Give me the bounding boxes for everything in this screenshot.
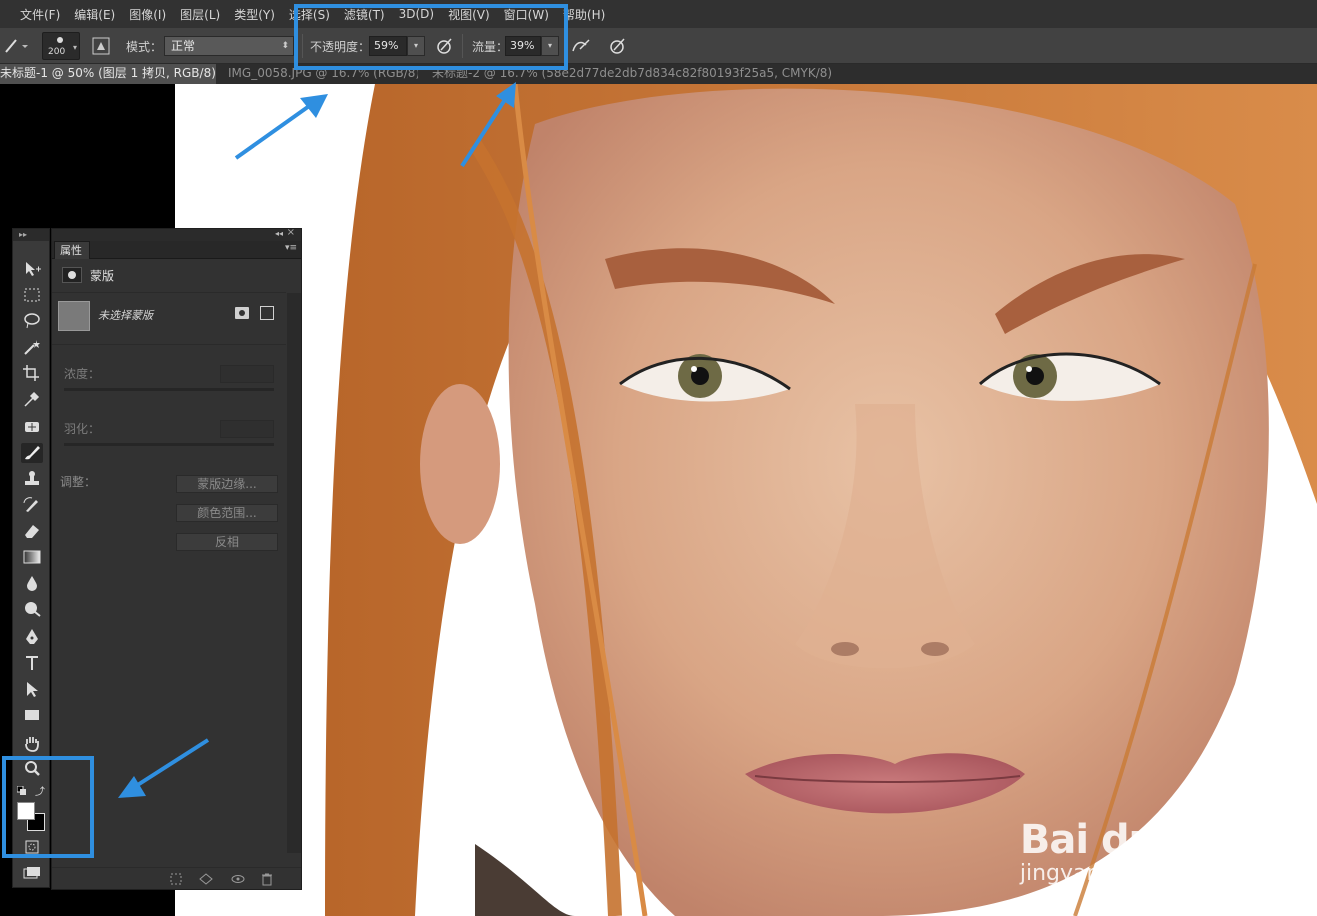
panel-tabs: 属性 ▾≡	[52, 241, 301, 259]
document-tabs: 未标题-1 @ 50% (图层 1 拷贝, RGB/8) *× IMG_0058…	[0, 64, 1317, 84]
blend-mode-value: 正常	[171, 39, 196, 53]
annotation-box-color-swatches	[2, 756, 94, 858]
panel-menu-icon[interactable]: ▾≡	[285, 243, 297, 253]
mask-status-label: 未选择蒙版	[98, 309, 153, 322]
select-arrows-icon: ⬍	[281, 41, 289, 51]
document-canvas[interactable]: Bai du 经验 jingyan.baidu.com	[175, 84, 1317, 916]
type-tool-icon[interactable]	[21, 653, 43, 673]
chevron-down-icon: ▾	[72, 43, 77, 52]
mask-icon	[62, 267, 82, 283]
move-tool-icon[interactable]	[21, 259, 43, 279]
density-input[interactable]	[220, 365, 274, 383]
watermark: Bai du 经验 jingyan.baidu.com	[1019, 807, 1248, 886]
menu-image[interactable]: 图像(I)	[129, 6, 166, 23]
airbrush-icon[interactable]	[570, 35, 592, 57]
menu-file[interactable]: 文件(F)	[20, 6, 60, 23]
brush-dot-icon	[57, 37, 63, 43]
panel-collapse-icon[interactable]: ▸▸	[13, 229, 49, 241]
tab-label: 未标题-1 @ 50% (图层 1 拷贝, RGB/8) *	[0, 66, 216, 80]
properties-header: 蒙版	[52, 259, 286, 293]
portrait-photo	[175, 84, 1317, 916]
apply-mask-icon[interactable]	[198, 871, 214, 887]
blur-tool-icon[interactable]	[21, 573, 43, 593]
hand-tool-icon[interactable]	[21, 733, 43, 753]
menu-layer[interactable]: 图层(L)	[180, 6, 220, 23]
brush-panel-toggle-icon[interactable]	[92, 37, 110, 55]
menu-type[interactable]: 类型(Y)	[234, 6, 275, 23]
mode-label: 模式：	[126, 40, 163, 54]
lasso-tool-icon[interactable]	[21, 311, 43, 331]
marquee-tool-icon[interactable]	[21, 285, 43, 305]
menu-help[interactable]: 帮助(H)	[563, 6, 605, 23]
path-selection-tool-icon[interactable]	[21, 679, 43, 699]
brush-size-value: 200	[48, 47, 66, 57]
feather-slider[interactable]	[64, 443, 274, 446]
properties-title: 蒙版	[90, 269, 115, 283]
brush-tool-icon[interactable]	[21, 443, 43, 463]
tab-properties[interactable]: 属性	[54, 241, 90, 259]
watermark-logo: Bai du 经验	[1019, 817, 1248, 863]
magic-wand-tool-icon[interactable]	[21, 337, 43, 357]
menu-bar: 文件(F) 编辑(E) 图像(I) 图层(L) 类型(Y) 选择(S) 滤镜(T…	[0, 0, 1317, 28]
blend-mode-select[interactable]: 正常 ⬍	[164, 36, 294, 56]
density-label: 浓度：	[64, 367, 101, 381]
eraser-tool-icon[interactable]	[21, 521, 43, 541]
options-bar: 200 ▾ 模式： 正常 ⬍ 不透明度： 59% ▾ 流量： 39% ▾	[0, 28, 1317, 64]
screen-mode-icon[interactable]	[21, 863, 43, 883]
adjust-label: 调整：	[60, 475, 97, 489]
pixel-mask-icon[interactable]	[235, 307, 249, 319]
load-selection-icon[interactable]	[168, 871, 184, 887]
brush-preset-picker[interactable]: 200 ▾	[42, 32, 80, 60]
annotation-box-opacity-flow	[294, 4, 568, 70]
brush-tool-preset-icon[interactable]	[2, 36, 32, 56]
collapse-icon[interactable]: ◂◂	[275, 229, 283, 238]
panel-header: ◂◂ ×	[52, 227, 301, 241]
watermark-url: jingyan.baidu.com	[1019, 861, 1223, 886]
trash-icon[interactable]	[259, 871, 275, 887]
history-brush-tool-icon[interactable]	[21, 495, 43, 515]
feather-label: 羽化：	[64, 422, 101, 436]
crop-tool-icon[interactable]	[21, 363, 43, 383]
pen-tool-icon[interactable]	[21, 627, 43, 647]
clone-stamp-tool-icon[interactable]	[21, 469, 43, 489]
eyedropper-tool-icon[interactable]	[21, 389, 43, 409]
color-range-button[interactable]: 颜色范围...	[176, 504, 278, 522]
mask-edge-button[interactable]: 蒙版边缘...	[176, 475, 278, 493]
vector-mask-icon[interactable]	[260, 306, 274, 320]
panel-scrollbar[interactable]	[287, 293, 301, 853]
pressure-size-icon[interactable]	[607, 35, 629, 57]
feather-input[interactable]	[220, 420, 274, 438]
menu-edit[interactable]: 编辑(E)	[74, 6, 115, 23]
density-slider[interactable]	[64, 388, 274, 391]
mask-row: 未选择蒙版	[52, 293, 286, 345]
gradient-tool-icon[interactable]	[21, 547, 43, 567]
tab-document-1[interactable]: 未标题-1 @ 50% (图层 1 拷贝, RGB/8) *×	[0, 64, 216, 84]
panel-footer	[52, 867, 301, 889]
close-icon[interactable]: ×	[287, 227, 295, 238]
dodge-tool-icon[interactable]	[21, 599, 43, 619]
mask-thumbnail	[58, 301, 90, 331]
visibility-eye-icon[interactable]	[230, 871, 246, 887]
healing-brush-tool-icon[interactable]	[21, 417, 43, 437]
rectangle-tool-icon[interactable]	[21, 705, 43, 725]
invert-button[interactable]: 反相	[176, 533, 278, 551]
